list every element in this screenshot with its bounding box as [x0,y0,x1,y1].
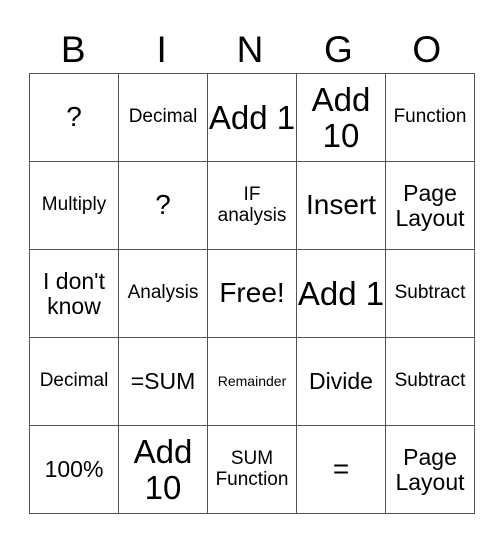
bingo-cell[interactable]: Add 10 [296,73,386,162]
board-row: Multiply ? IF analysis Insert Page Layou… [29,161,475,250]
free-space-cell[interactable]: Free! [207,249,297,338]
bingo-board: ? Decimal Add 1 Add 10 Function Multiply… [29,73,475,514]
board-row: 100% Add 10 SUM Function = Page Layout [29,425,475,514]
header-letter-b: B [60,29,86,70]
bingo-cell[interactable]: Subtract [385,337,475,426]
bingo-cell[interactable]: Page Layout [385,161,475,250]
bingo-cell[interactable]: Remainder [207,337,297,426]
board-row: ? Decimal Add 1 Add 10 Function [29,73,475,162]
bingo-cell[interactable]: Insert [296,161,386,250]
bingo-cell[interactable]: Page Layout [385,425,475,514]
bingo-cell[interactable]: ? [118,161,208,250]
bingo-cell[interactable]: 100% [29,425,119,514]
bingo-header: B I N G O [29,28,471,72]
header-letter-i: I [156,29,167,70]
bingo-cell[interactable]: Decimal [118,73,208,162]
header-letter-o: O [412,29,442,70]
bingo-cell[interactable]: I don't know [29,249,119,338]
bingo-cell[interactable]: = [296,425,386,514]
bingo-cell[interactable]: Subtract [385,249,475,338]
bingo-cell[interactable]: Add 10 [118,425,208,514]
bingo-cell[interactable]: Add 1 [207,73,297,162]
bingo-cell[interactable]: IF analysis [207,161,297,250]
board-row: Decimal =SUM Remainder Divide Subtract [29,337,475,426]
bingo-cell[interactable]: SUM Function [207,425,297,514]
bingo-cell[interactable]: =SUM [118,337,208,426]
bingo-cell[interactable]: Function [385,73,475,162]
header-letter-n: N [236,29,264,70]
bingo-cell[interactable]: Decimal [29,337,119,426]
bingo-cell[interactable]: ? [29,73,119,162]
bingo-cell[interactable]: Add 1 [296,249,386,338]
board-row: I don't know Analysis Free! Add 1 Subtra… [29,249,475,338]
bingo-cell[interactable]: Analysis [118,249,208,338]
header-letter-g: G [323,29,353,70]
bingo-cell[interactable]: Divide [296,337,386,426]
bingo-cell[interactable]: Multiply [29,161,119,250]
